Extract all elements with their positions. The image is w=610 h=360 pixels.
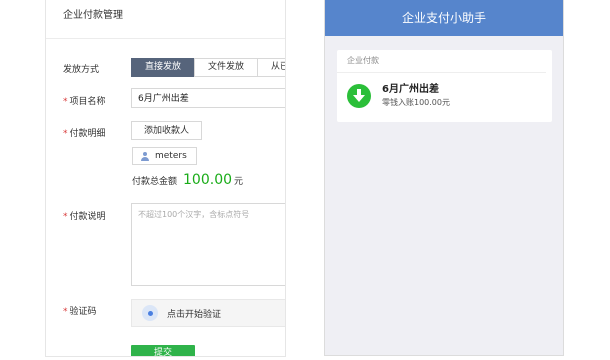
card-title: 6月广州出差	[382, 84, 439, 95]
verify-label: 点击开始验证	[167, 309, 222, 320]
card-subtitle: 零钱入账100.00元	[382, 98, 450, 107]
captcha-label: * 验证码	[63, 307, 97, 317]
required-mark: *	[63, 97, 68, 107]
payment-detail-label: * 付款明细	[63, 129, 106, 139]
required-mark: *	[63, 212, 68, 222]
payment-admin-panel: 企业付款管理 发放方式 直接发放 文件发放 从已 *项目名称 6月广州出差 *付…	[45, 0, 286, 357]
tab-direct-issue[interactable]: 直接发放	[131, 58, 196, 77]
submit-button[interactable]: 提交	[131, 345, 195, 356]
payment-note-textarea[interactable]: 不超过100个汉字，含标点符号	[131, 203, 285, 286]
captcha-verify-button[interactable]: 点击开始验证	[131, 299, 285, 327]
total-label: 付款总金额	[132, 177, 178, 187]
phone-preview: 企业支付小助手 企业付款 6月广州出差 零钱入账100.00元	[324, 0, 564, 356]
total-amount-row: 付款总金额 100.00 元	[132, 172, 243, 188]
verify-dot-icon	[142, 305, 158, 321]
person-icon	[141, 151, 149, 161]
payee-tag[interactable]: meters	[132, 147, 197, 165]
required-mark: *	[63, 129, 68, 139]
payment-notification-card[interactable]: 企业付款 6月广州出差 零钱入账100.00元	[337, 50, 552, 122]
card-body: 6月广州出差 零钱入账100.00元	[337, 73, 552, 109]
total-unit: 元	[234, 177, 244, 187]
page-title: 企业付款管理	[46, 0, 285, 39]
total-amount: 100.00	[183, 172, 233, 188]
payment-note-label: * 付款说明	[63, 212, 106, 222]
add-payee-button[interactable]: 添加收款人	[131, 121, 203, 140]
issue-method-label: 发放方式	[63, 65, 100, 75]
card-text: 6月广州出差 零钱入账100.00元	[382, 83, 450, 109]
tab-from-existing[interactable]: 从已	[257, 58, 285, 77]
tab-file-issue[interactable]: 文件发放	[194, 58, 259, 77]
card-category: 企业付款	[337, 50, 546, 73]
payee-name: meters	[155, 150, 187, 161]
project-name-label: * 项目名称	[63, 97, 106, 107]
issue-method-tabs: 直接发放 文件发放 从已	[131, 58, 285, 77]
download-arrow-icon	[347, 84, 371, 108]
project-name-input[interactable]: 6月广州出差	[131, 88, 285, 108]
required-mark: *	[63, 307, 68, 317]
phone-header-title: 企业支付小助手	[325, 0, 563, 36]
